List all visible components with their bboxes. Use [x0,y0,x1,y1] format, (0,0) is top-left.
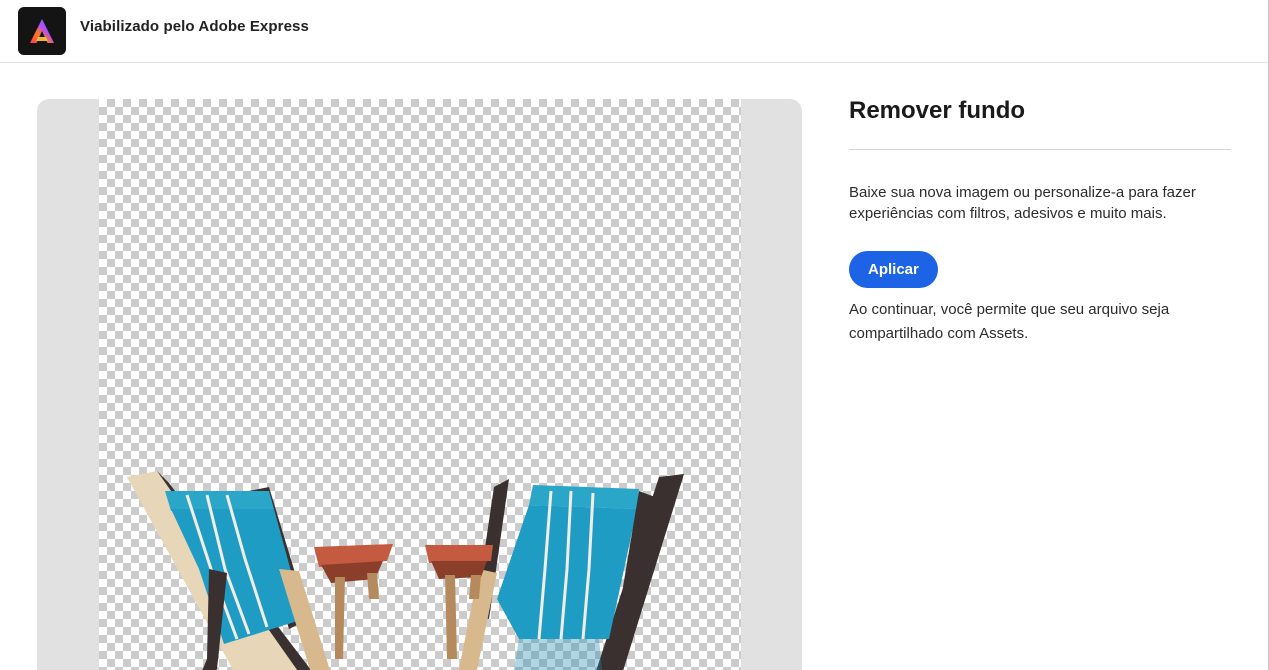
header-title: Viabilizado pelo Adobe Express [80,18,309,35]
remove-background-panel: Remover fundo Baixe sua nova imagem ou p… [849,95,1231,346]
consent-note: Ao continuar, você permite que seu arqui… [849,301,1170,342]
image-preview [37,99,802,670]
transparent-canvas [99,99,741,670]
panel-title: Remover fundo [849,97,1026,124]
logo-glyph [30,19,54,43]
app-window: Viabilizado pelo Adobe Express Remover f… [0,0,1269,670]
panel-divider [849,149,1231,150]
left-beach-chair [127,471,393,670]
header-bar: Viabilizado pelo Adobe Express [0,0,1268,63]
right-beach-chair [425,474,684,670]
panel-description: Baixe sua nova imagem ou personalize-a p… [849,184,1196,222]
apply-button[interactable]: Aplicar [849,251,938,288]
beach-chairs-cutout-icon [127,471,684,670]
adobe-express-logo-icon [18,7,66,55]
